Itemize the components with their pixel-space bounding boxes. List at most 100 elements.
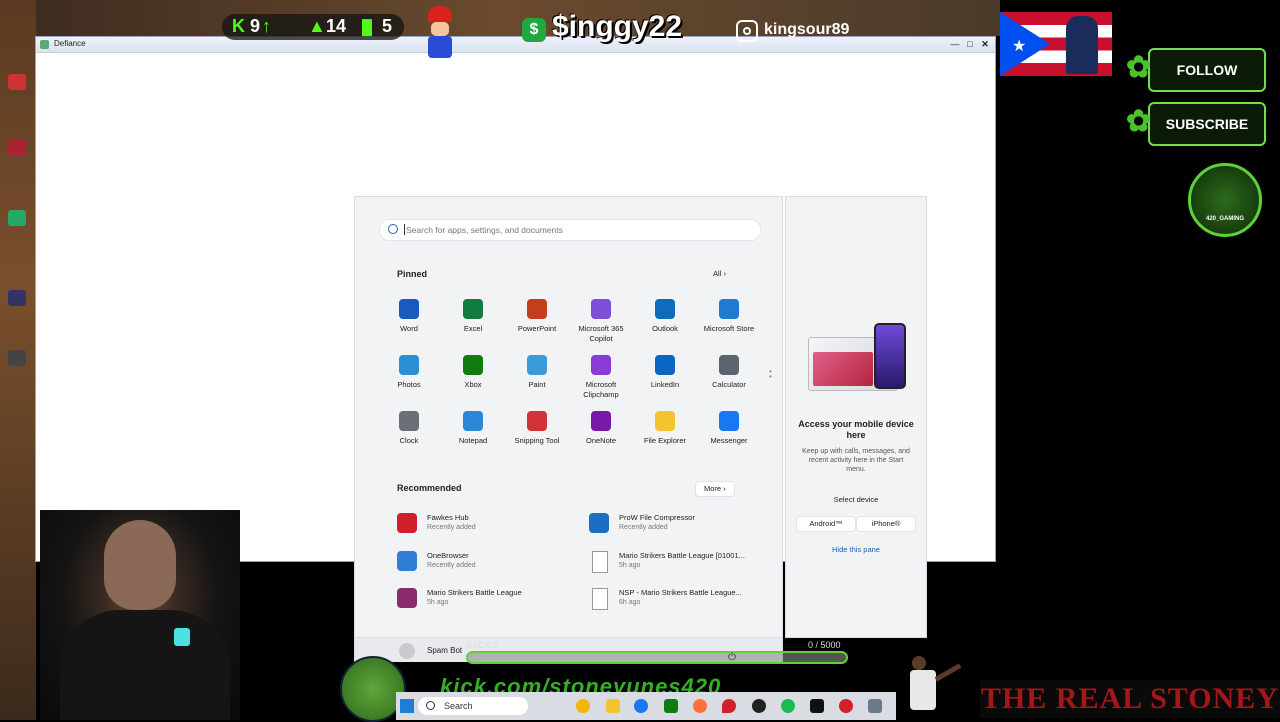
pinned-app[interactable]: Messenger — [697, 411, 761, 446]
xbox-icon[interactable] — [664, 699, 678, 713]
avatar[interactable] — [399, 643, 415, 659]
folder-icon[interactable] — [606, 699, 620, 713]
firefox-icon[interactable] — [693, 699, 707, 713]
instagram-handle: kingsour89 — [764, 21, 850, 38]
streamer-body — [60, 610, 230, 720]
desktop-background-left — [0, 0, 36, 720]
desktop-shortcut-icon[interactable] — [8, 210, 26, 226]
pinned-title: Pinned — [397, 269, 428, 279]
recommended-subtitle: 5h ago — [619, 562, 641, 569]
calculator-icon — [719, 355, 739, 375]
pinned-app[interactable]: Notepad — [441, 411, 505, 446]
page-dots[interactable]: • • — [769, 368, 772, 381]
more-button[interactable]: More › — [695, 481, 735, 497]
recommended-item[interactable]: ProW File Compressor Recently added — [589, 511, 769, 537]
kicks-goal-bar: ⏻ — [466, 651, 848, 664]
pinned-app[interactable]: Excel — [441, 299, 505, 334]
pinned-app-label: Snipping Tool — [514, 436, 560, 445]
desktop-background-top — [0, 0, 1000, 36]
messenger-icon — [719, 411, 739, 431]
pinned-app[interactable]: Photos — [377, 355, 441, 390]
pinned-app[interactable]: Calculator — [697, 355, 761, 390]
pinned-app-label: Microsoft Store — [703, 324, 755, 333]
app-icon[interactable] — [810, 699, 824, 713]
bar-chart-icon: █ — [362, 19, 372, 35]
android-button[interactable]: Android™ — [796, 516, 856, 532]
close-button[interactable]: ✕ — [979, 38, 991, 50]
character-figure — [1066, 16, 1098, 74]
window-titlebar[interactable]: Defiance — □ ✕ — [36, 37, 995, 53]
pinned-app[interactable]: Microsoft 365 Copilot — [569, 299, 633, 344]
pinned-app[interactable]: PowerPoint — [505, 299, 569, 334]
messenger-icon[interactable] — [634, 699, 648, 713]
pinned-app-label: File Explorer — [643, 436, 687, 445]
file-icon — [592, 551, 608, 573]
fawkes-icon[interactable] — [839, 699, 853, 713]
minimize-button[interactable]: — — [949, 38, 961, 50]
pinned-app[interactable]: Snipping Tool — [505, 411, 569, 446]
taskbar-search-label: Search — [444, 701, 473, 711]
pinned-app[interactable]: Microsoft Store — [697, 299, 761, 334]
spotify-icon[interactable] — [781, 699, 795, 713]
chevron-right-icon: › — [723, 484, 726, 493]
chrome-icon[interactable] — [576, 699, 590, 713]
pinned-app[interactable]: Outlook — [633, 299, 697, 334]
420-gaming-logo: 420_GAMING — [1188, 163, 1262, 237]
pinned-app-label: Notepad — [458, 436, 488, 445]
pinned-app[interactable]: Clock — [377, 411, 441, 446]
pinned-app-label: Microsoft Clipchamp — [583, 380, 619, 399]
clock-icon — [399, 411, 419, 431]
recommended-title: Mario Strikers Battle League — [427, 588, 522, 597]
leaf-icon: ✿ — [1126, 105, 1152, 138]
pinned-app[interactable]: LinkedIn — [633, 355, 697, 390]
start-search-box[interactable]: Search for apps, settings, and documents — [379, 219, 761, 241]
recommended-title: ProW File Compressor — [619, 513, 695, 522]
recommended-item[interactable]: Mario Strikers Battle League [01001... 5h… — [589, 549, 769, 575]
recommended-item[interactable]: NSP - Mario Strikers Battle League... 6h … — [589, 586, 769, 612]
subscribe-button[interactable]: ✿ SUBSCRIBE — [1126, 102, 1266, 146]
stats-bar: K 9 ↑ ▲ 14 █ 5 — [222, 14, 404, 40]
follow-button[interactable]: ✿ FOLLOW — [1126, 48, 1266, 92]
user-name[interactable]: Spam Bot — [427, 646, 462, 655]
chevron-right-icon: › — [723, 269, 726, 278]
desktop-shortcut-icon[interactable] — [8, 74, 26, 90]
cashtag-text: $inggy22 — [552, 10, 683, 43]
pinned-app-label: PowerPoint — [517, 324, 557, 333]
windows-start-icon[interactable] — [400, 699, 414, 713]
pinned-app[interactable]: Word — [377, 299, 441, 334]
desktop-shortcut-icon[interactable] — [8, 350, 26, 366]
recommended-item[interactable]: Fawkes Hub Recently added — [397, 511, 577, 537]
followers-stat: 14 — [326, 16, 347, 36]
maximize-button[interactable]: □ — [964, 38, 976, 50]
fawkes-icon — [397, 513, 417, 533]
pinned-app[interactable]: Microsoft Clipchamp — [569, 355, 633, 400]
pinned-app-label: Messenger — [710, 436, 748, 445]
compressor-icon — [589, 513, 609, 533]
pinned-app[interactable]: File Explorer — [633, 411, 697, 446]
recommended-title: Fawkes Hub — [427, 513, 469, 522]
text-cursor — [404, 224, 405, 235]
recommended-item[interactable]: Mario Strikers Battle League 5h ago — [397, 586, 577, 612]
recommended-title: Recommended — [397, 483, 462, 493]
pinned-app[interactable]: OneNote — [569, 411, 633, 446]
iphone-button[interactable]: iPhone® — [856, 516, 916, 532]
hide-pane-link[interactable]: Hide this pane — [796, 545, 916, 554]
desktop-shortcut-icon[interactable] — [8, 140, 26, 156]
pinned-app-label: Xbox — [464, 380, 482, 389]
taskbar-search[interactable]: Search — [418, 697, 528, 715]
subscribe-label: SUBSCRIBE — [1165, 116, 1249, 132]
pinned-app-label: Calculator — [712, 380, 746, 389]
recommended-item[interactable]: OneBrowser Recently added — [397, 549, 577, 575]
recommended-title: Mario Strikers Battle League [01001... — [619, 551, 745, 560]
pinned-app-label: Photos — [397, 380, 421, 389]
map-pin-icon[interactable] — [722, 699, 736, 713]
phone-panel-body: Keep up with calls, messages, and recent… — [802, 448, 910, 473]
pinned-app[interactable]: Xbox — [441, 355, 505, 390]
app-icon[interactable] — [868, 699, 882, 713]
all-apps-button[interactable]: All › — [705, 267, 734, 281]
obs-icon[interactable] — [752, 699, 766, 713]
desktop-shortcut-icon[interactable] — [8, 290, 26, 306]
clipchamp-icon — [591, 355, 611, 375]
follow-label: FOLLOW — [1176, 62, 1238, 78]
pinned-app[interactable]: Paint — [505, 355, 569, 390]
